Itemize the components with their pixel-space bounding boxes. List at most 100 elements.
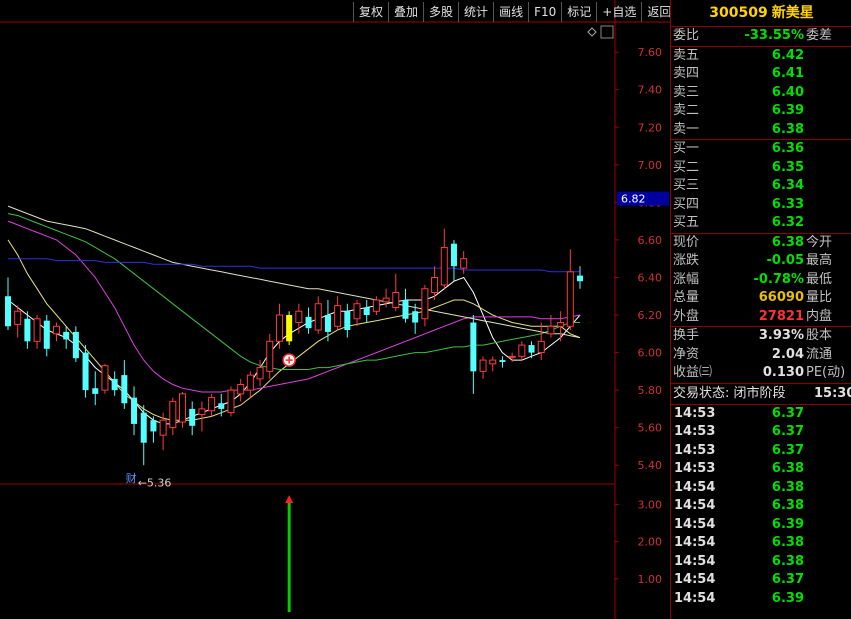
toolbar-button-1[interactable]: 叠加	[388, 2, 423, 22]
stat-row-1: 涨跌 -0.05 最高	[671, 252, 851, 271]
diamond-icon	[587, 27, 597, 37]
tick-time: 14:53	[674, 461, 716, 476]
fund-row-0-value: 3.93%	[758, 328, 804, 343]
ask-row-3-value: 6.39	[771, 103, 804, 118]
candle-body	[33, 318, 41, 342]
price-tick-label: 6.40	[638, 271, 663, 284]
tick-time: 14:54	[674, 572, 716, 587]
ma-line-4	[7, 205, 581, 339]
toolbar-button-0[interactable]: 复权	[353, 2, 388, 22]
tick-time: 14:54	[674, 590, 716, 606]
chart-corner-box	[600, 25, 614, 39]
candle-body	[305, 316, 312, 329]
trade-status-label: 交易状态: 闭市阶段	[673, 385, 786, 401]
tick-row-10: 14:54 6.39	[671, 590, 851, 609]
stat-row-2-value: -0.78%	[753, 271, 805, 287]
toolbar-button-6[interactable]: 标记	[561, 2, 596, 22]
toolbar-button-2[interactable]: 多股	[423, 2, 458, 22]
bid-row-2-value: 6.34	[771, 178, 804, 193]
ask-row-3-label: 卖二	[673, 103, 700, 118]
tick-price: 6.37	[771, 442, 804, 458]
fund-row-1-value: 2.04	[771, 346, 804, 362]
stat-row-0-label2: 今开	[806, 234, 833, 250]
candle-body	[537, 340, 545, 354]
chart-toolbar: 复权 叠加 多股 统计 画线 F10 标记 +自选 返回	[353, 2, 676, 22]
candle-body	[92, 388, 99, 394]
candle-body	[14, 310, 22, 325]
tick-time: 14:54	[674, 516, 716, 532]
candle-body	[237, 383, 245, 395]
candle-body	[218, 403, 225, 409]
quote-stats: 现价 6.38 今开 涨跌 -0.05 最高 涨幅 -0.78% 最低 总量 66090 量比 外盘 27…	[671, 234, 851, 327]
price-tick-label: 7.40	[638, 84, 663, 97]
candle-body	[256, 367, 264, 380]
toolbar-button-4[interactable]: 画线	[493, 2, 528, 22]
tick-price: 6.38	[771, 479, 804, 495]
candle-body	[179, 393, 187, 423]
candle-body	[489, 359, 497, 365]
candle-body	[52, 325, 60, 335]
candle-body	[169, 400, 177, 429]
candle-body	[131, 397, 138, 424]
tick-time: 14:54	[674, 535, 716, 550]
low-price-annotation: ←5.36	[138, 477, 172, 490]
candle-body	[402, 300, 409, 319]
stat-row-3: 总量 66090 量比	[671, 289, 851, 308]
bid-row-3: 买四 6.33	[671, 196, 851, 215]
stock-name: 新美星	[771, 5, 814, 21]
stat-row-2-label2: 最低	[806, 271, 833, 287]
price-tick-label: 5.80	[638, 384, 663, 397]
tick-price: 6.38	[771, 498, 804, 513]
bid-row-1: 买二 6.35	[671, 159, 851, 178]
stat-row-1-value: -0.05	[766, 253, 804, 268]
tick-row-0: 14:53 6.37	[671, 405, 851, 424]
fundamentals: 换手 3.93% 股本 净资 2.04 流通 收益㈢ 0.130 PE(动)	[671, 327, 851, 384]
ask-row-4-label: 卖一	[673, 121, 700, 137]
candle-body	[63, 331, 70, 340]
tick-price: 6.37	[771, 572, 804, 587]
tick-row-2: 14:53 6.37	[671, 442, 851, 461]
candle-body	[275, 314, 283, 342]
candle-body	[72, 331, 79, 359]
fund-row-0-label2: 股本	[806, 328, 833, 343]
ask-row-3: 卖二 6.39	[671, 102, 851, 121]
trade-status-time: 15:30:	[814, 385, 851, 401]
toolbar-button-5[interactable]: F10	[528, 2, 561, 22]
tick-time: 14:53	[674, 442, 716, 458]
ma-line-5	[8, 258, 580, 273]
ask-row-1-value: 6.41	[771, 66, 804, 81]
tick-row-4: 14:54 6.38	[671, 479, 851, 498]
candle-body	[382, 297, 390, 303]
candle-body	[499, 360, 506, 362]
stat-row-0-value: 6.38	[771, 234, 804, 250]
tick-price: 6.37	[771, 424, 804, 439]
toolbar-button-7[interactable]: +自选	[596, 2, 641, 22]
fund-row-2-label2: PE(动)	[806, 365, 846, 380]
tick-price: 6.38	[771, 553, 804, 569]
tick-row-5: 14:54 6.38	[671, 497, 851, 516]
stat-row-4-label2: 内盘	[806, 308, 833, 324]
weibi-label: 委比	[673, 28, 700, 43]
toolbar-button-3[interactable]: 统计	[458, 2, 493, 22]
indicator-tick-label: 1.00	[638, 573, 663, 586]
candle-body	[43, 320, 50, 349]
tick-row-9: 14:54 6.37	[671, 571, 851, 590]
price-tick-label: 7.00	[638, 159, 663, 172]
tick-price: 6.39	[771, 590, 804, 606]
candle-body	[450, 243, 457, 267]
tick-row-7: 14:54 6.38	[671, 534, 851, 553]
bid-row-3-label: 买四	[673, 196, 700, 212]
stat-row-2: 涨幅 -0.78% 最低	[671, 271, 851, 290]
tick-price: 6.38	[771, 461, 804, 476]
bid-row-1-label: 买二	[673, 159, 700, 175]
weibi-row: 委比 -33.55% 委差	[671, 27, 851, 47]
bid-row-2: 买三 6.34	[671, 177, 851, 196]
candle-body	[372, 299, 380, 312]
ask-levels: 卖五 6.42 卖四 6.41 卖三 6.40 卖二 6.39 卖一 6.38	[671, 47, 851, 140]
candle-body	[121, 375, 128, 404]
candle-body	[353, 303, 361, 320]
tick-time: 14:54	[674, 479, 716, 495]
kline-chart[interactable]: 7.607.407.207.006.806.606.406.206.005.80…	[0, 0, 670, 619]
candle-body	[576, 275, 584, 282]
bid-levels: 买一 6.36 买二 6.35 买三 6.34 买四 6.33 买五 6.32	[671, 140, 851, 234]
